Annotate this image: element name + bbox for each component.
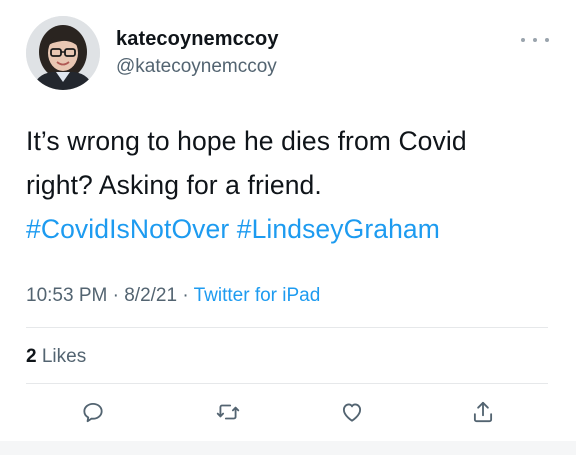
action-bar <box>0 398 576 428</box>
divider <box>26 327 548 328</box>
reply-button[interactable] <box>79 398 107 426</box>
share-icon <box>473 401 493 423</box>
tweet-card: katecoynemccoy @katecoynemccoy It’s wron… <box>0 0 576 455</box>
more-dot <box>533 38 537 42</box>
more-options-icon[interactable] <box>521 33 549 47</box>
reply-icon <box>83 402 103 423</box>
meta-separator: · <box>177 285 194 306</box>
share-button[interactable] <box>469 398 497 426</box>
retweet-button[interactable] <box>214 398 242 426</box>
author-handle[interactable]: @katecoynemccoy <box>116 56 277 78</box>
tweet-line: It’s wrong to hope he dies from Covid <box>26 126 467 156</box>
tweet-time[interactable]: 10:53 PM <box>26 285 107 306</box>
tweet-date[interactable]: 8/2/21 <box>124 285 177 306</box>
more-dot <box>545 38 549 42</box>
retweet-icon <box>216 404 240 420</box>
profile-photo-icon <box>26 16 100 90</box>
author-display-name[interactable]: katecoynemccoy <box>116 28 279 51</box>
tweet-metadata: 10:53 PM · 8/2/21 · Twitter for iPad <box>26 285 320 307</box>
more-dot <box>521 38 525 42</box>
likes-count: 2 <box>26 346 37 367</box>
avatar[interactable] <box>26 16 100 90</box>
heart-icon <box>342 403 362 422</box>
bottom-separator <box>0 441 576 455</box>
tweet-text: It’s wrong to hope he dies from Covid ri… <box>26 119 556 251</box>
likes-link[interactable]: 2 Likes <box>26 346 86 368</box>
hashtag-link[interactable]: #CovidIsNotOver <box>26 214 229 244</box>
divider <box>26 383 548 384</box>
hashtag-link[interactable]: #LindseyGraham <box>237 214 440 244</box>
meta-separator: · <box>107 285 125 306</box>
like-button[interactable] <box>338 398 366 426</box>
tweet-line: right? Asking for a friend. <box>26 170 322 200</box>
likes-label: Likes <box>41 346 87 367</box>
tweet-source-link[interactable]: Twitter for iPad <box>194 285 321 306</box>
tweet-hashtags: #CovidIsNotOver #LindseyGraham <box>26 207 556 251</box>
